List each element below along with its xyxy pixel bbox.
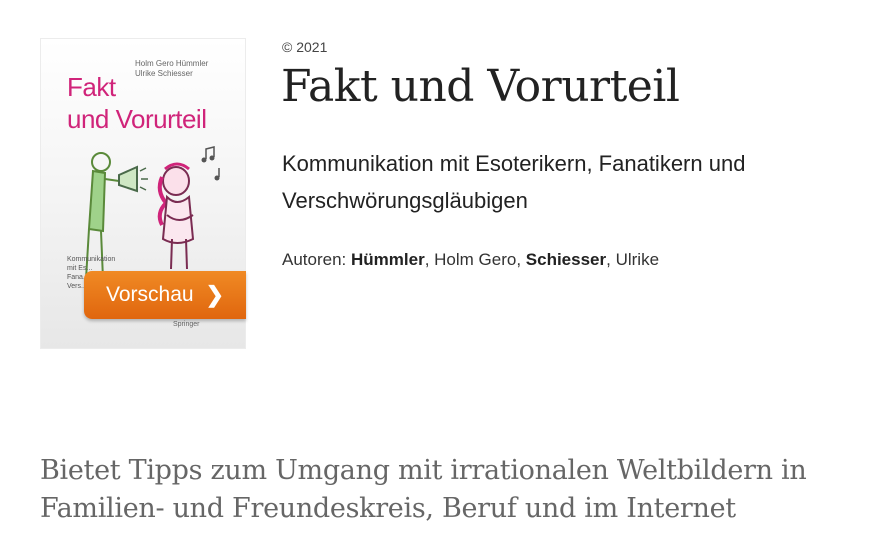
book-title: Fakt und Vorurteil xyxy=(281,61,680,112)
preview-button[interactable]: Vorschau ❯ xyxy=(84,271,246,319)
publisher-logo: Springer xyxy=(173,321,200,328)
copyright-year: © 2021 xyxy=(282,39,328,55)
book-subtitle: Kommunikation mit Esoterikern, Fanatiker… xyxy=(282,145,842,219)
cover-subtitle-line-1: Kommunikation xyxy=(67,256,116,263)
description-line-1: Bietet Tipps zum Umgang mit irrationalen… xyxy=(40,455,807,486)
book-description: Bietet Tipps zum Umgang mit irrationalen… xyxy=(40,452,870,528)
author-link-1[interactable]: Hümmler xyxy=(351,250,425,269)
chevron-right-icon: ❯ xyxy=(205,282,224,307)
authors-label: Autoren: xyxy=(282,250,347,269)
description-line-2: Familien- und Freundeskreis, Beruf und i… xyxy=(40,493,736,524)
author-link-2[interactable]: Schiesser xyxy=(526,250,606,269)
preview-button-label: Vorschau xyxy=(106,283,194,306)
author-2-first: , Ulrike xyxy=(606,250,660,269)
author-1-first: , Holm Gero, xyxy=(424,250,522,269)
book-subtitle-line-1: Kommunikation mit Esoterikern, Fanatiker… xyxy=(282,151,746,176)
book-subtitle-line-2: Verschwörungsgläubigen xyxy=(282,188,528,213)
authors-line: Autoren: Hümmler, Holm Gero, Schiesser, … xyxy=(282,250,659,270)
